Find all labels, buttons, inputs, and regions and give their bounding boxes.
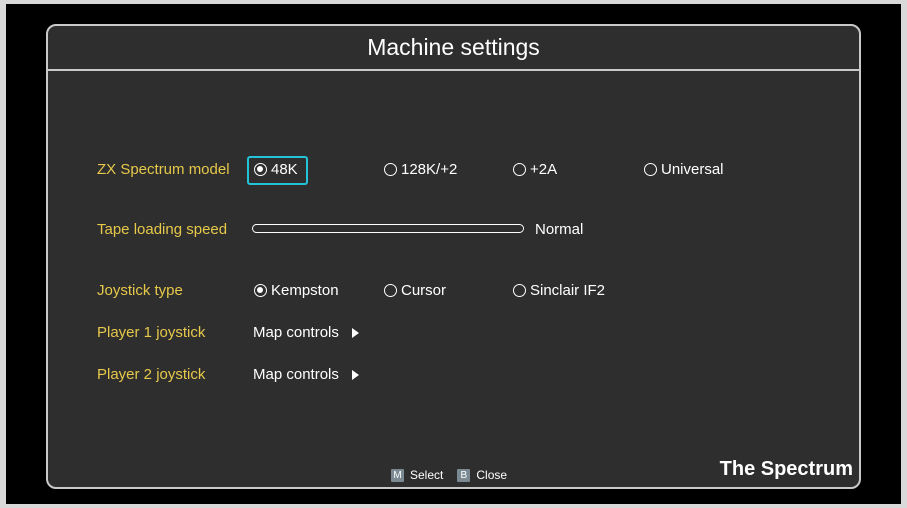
option-label: 48K	[271, 161, 298, 178]
option-label: Cursor	[401, 282, 447, 299]
radio-icon	[384, 163, 397, 176]
screen: Machine settings ZX Spectrum model 48K 1…	[6, 4, 901, 504]
radio-icon	[254, 284, 267, 297]
model-label: ZX Spectrum model	[97, 161, 230, 178]
dialog-title: Machine settings	[367, 34, 540, 60]
chevron-right-icon	[351, 327, 359, 338]
settings-dialog: Machine settings ZX Spectrum model 48K 1…	[46, 24, 861, 489]
player2-label: Player 2 joystick	[97, 366, 206, 383]
radio-icon	[254, 163, 267, 176]
title-bar: Machine settings	[48, 26, 859, 71]
option-label: Sinclair IF2	[530, 282, 606, 299]
radio-icon	[384, 284, 397, 297]
map-controls-label: Map controls	[253, 366, 339, 383]
map-controls-label: Map controls	[253, 324, 339, 341]
m-key-icon: M	[391, 468, 404, 482]
tape-speed-label: Tape loading speed	[97, 221, 228, 238]
chevron-right-icon	[351, 369, 359, 380]
footer-hints: M Select B Close	[391, 468, 507, 482]
option-label: Kempston	[271, 282, 339, 299]
slider-fill	[254, 226, 523, 231]
option-label: Universal	[661, 161, 724, 178]
model-option-universal[interactable]: Universal	[644, 161, 724, 178]
b-key-icon: B	[457, 468, 471, 482]
joystick-option-cursor[interactable]: Cursor	[384, 282, 446, 299]
joystick-option-kempston[interactable]: Kempston	[254, 282, 339, 299]
radio-icon	[644, 163, 657, 176]
model-option-48k[interactable]: 48K	[254, 161, 298, 178]
option-label: 128K/+2	[401, 161, 458, 178]
tape-speed-slider[interactable]	[252, 224, 524, 233]
option-label: +2A	[530, 161, 558, 178]
joystick-option-sinclair-if2[interactable]: Sinclair IF2	[513, 282, 605, 299]
radio-icon	[513, 163, 526, 176]
model-option-2a[interactable]: +2A	[513, 161, 557, 178]
brand-logo: The Spectrum	[719, 458, 853, 480]
tape-speed-value: Normal	[535, 221, 584, 238]
radio-icon	[513, 284, 526, 297]
model-option-128k[interactable]: 128K/+2	[384, 161, 457, 178]
player2-map-controls-button[interactable]: Map controls	[253, 366, 359, 383]
joystick-type-label: Joystick type	[97, 282, 183, 299]
player1-label: Player 1 joystick	[97, 324, 206, 341]
close-hint[interactable]: Close	[476, 468, 507, 482]
select-hint[interactable]: Select	[410, 468, 443, 482]
player1-map-controls-button[interactable]: Map controls	[253, 324, 359, 341]
